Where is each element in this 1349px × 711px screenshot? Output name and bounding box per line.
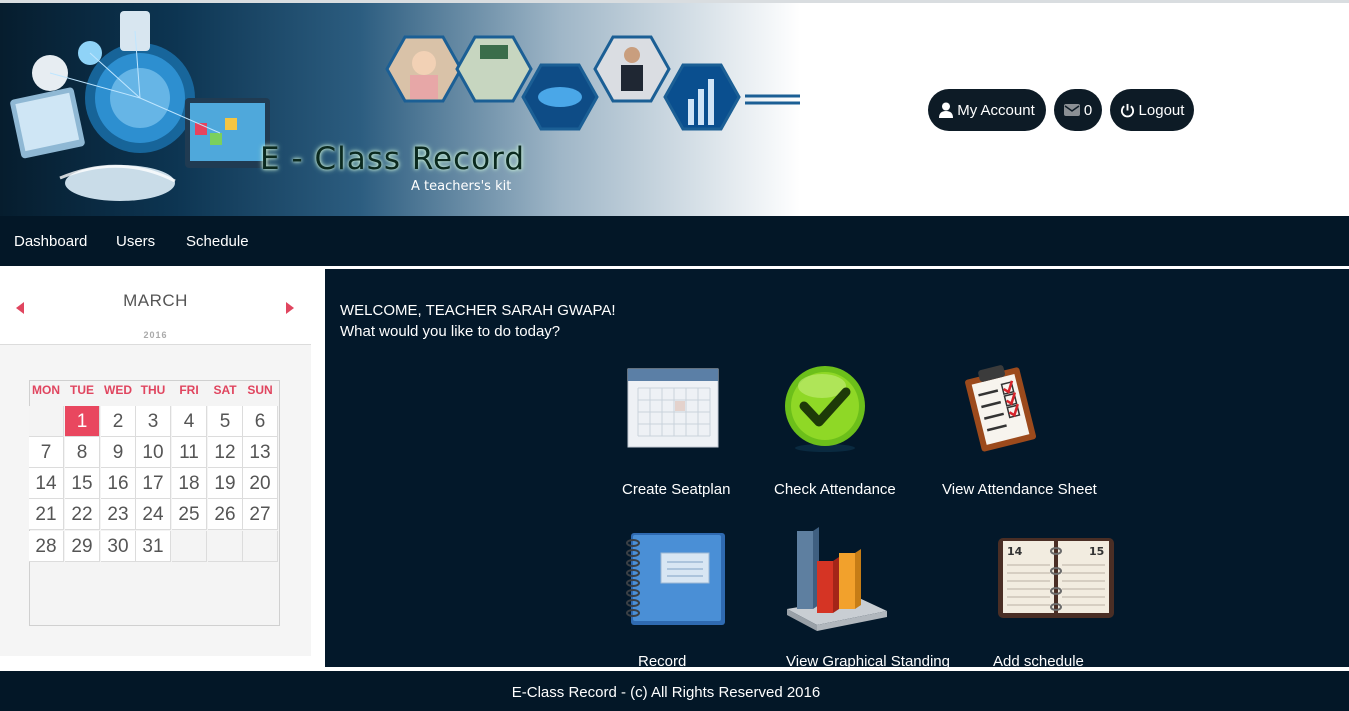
calendar-day[interactable]: 15 [65,468,100,499]
site-tagline: A teachers's kit [411,179,512,194]
footer-copyright: E-Class Record - (c) All Rights Reserved… [511,684,821,701]
calendar-day[interactable]: 28 [29,531,64,562]
weekday-header: WED [104,383,132,397]
calendar-day[interactable]: 24 [136,499,171,530]
calendar-day[interactable]: 16 [101,468,136,499]
nav-item-dashboard[interactable]: Dashboard [14,233,87,250]
calendar-day[interactable]: 23 [101,499,136,530]
calendar-day-today[interactable]: 1 [65,406,100,437]
calendar-day[interactable]: 25 [172,499,207,530]
calendar-day[interactable]: 9 [101,437,136,468]
view-attendance-sheet-link[interactable]: View Attendance Sheet [942,481,1097,498]
weekday-header: FRI [179,383,199,397]
calendar-day[interactable]: 5 [208,406,243,437]
calendar-day[interactable]: 26 [208,499,243,530]
calendar-day[interactable]: 6 [243,406,278,437]
envelope-icon [1063,104,1080,116]
calendar-empty-cell [29,406,64,437]
svg-text:15: 15 [1089,545,1104,558]
app-root: E - Class Record A teachers's kit My Acc… [0,0,1349,711]
check-attendance-link[interactable]: Check Attendance [774,481,896,498]
planner-book-icon[interactable]: 14 15 [997,537,1115,619]
my-account-label: My Account [957,101,1035,119]
calendar-day[interactable]: 17 [136,468,171,499]
calendar-day[interactable]: 12 [208,437,243,468]
calendar-day[interactable]: 11 [172,437,207,468]
site-title: E - Class Record [260,141,525,177]
record-link[interactable]: Record [638,653,686,670]
weekday-header: SAT [213,383,237,397]
calendar-day[interactable]: 21 [29,499,64,530]
calendar-day[interactable]: 14 [29,468,64,499]
technology-collage-image [10,11,270,201]
weekday-header: MON [32,383,60,397]
calendar-day[interactable]: 30 [101,531,136,562]
welcome-message: WELCOME, TEACHER SARAH GWAPA! [340,302,616,319]
weekday-header: SUN [247,383,273,397]
calendar-month: MARCH [123,291,188,310]
calendar-day[interactable]: 20 [243,468,278,499]
seatplan-calendar-icon[interactable] [625,366,721,450]
prompt-question: What would you like to do today? [340,323,561,340]
power-icon [1120,103,1134,117]
calendar-day[interactable]: 19 [208,468,243,499]
create-seatplan-link[interactable]: Create Seatplan [622,481,730,498]
calendar-day[interactable]: 7 [29,437,64,468]
notebook-icon[interactable] [625,531,729,627]
calendar-day[interactable]: 13 [243,437,278,468]
footer: E-Class Record - (c) All Rights Reserved… [0,671,1349,711]
calendar-day[interactable]: 4 [172,406,207,437]
calendar-day[interactable]: 18 [172,468,207,499]
my-account-button[interactable]: My Account [928,89,1046,131]
calendar-day[interactable]: 22 [65,499,100,530]
bar-chart-icon[interactable] [785,525,889,631]
next-month-arrow-icon[interactable] [286,302,294,314]
calendar-day[interactable]: 3 [136,406,171,437]
hexagon-photo-strip [385,35,800,131]
dashboard-panel: WELCOME, TEACHER SARAH GWAPA! What would… [325,269,1349,670]
calendar-empty-cell [243,531,278,562]
clipboard-checklist-icon[interactable] [957,362,1047,452]
view-graphical-standing-link[interactable]: View Graphical Standing [786,653,950,670]
calendar-empty-cell [208,531,243,562]
nav-item-schedule[interactable]: Schedule [186,233,249,250]
header: E - Class Record A teachers's kit My Acc… [0,0,1349,216]
nav-item-users[interactable]: Users [116,233,155,250]
calendar-day[interactable]: 8 [65,437,100,468]
calendar-day[interactable]: 31 [136,531,171,562]
calendar-widget: MARCH 2016 MON TUE WED THU FRI SAT SUN 1234567… [0,288,311,656]
message-count: 0 [1083,101,1093,119]
calendar-empty-cell [172,531,207,562]
svg-text:14: 14 [1007,545,1023,558]
banner: E - Class Record A teachers's kit [0,3,800,216]
calendar-day[interactable]: 27 [243,499,278,530]
main-nav: Dashboard Users Schedule [0,216,1349,266]
calendar-year: 2016 [143,330,168,340]
messages-button[interactable]: 0 [1054,89,1102,131]
logout-button[interactable]: Logout [1110,89,1194,131]
calendar-day[interactable]: 2 [101,406,136,437]
checkmark-icon[interactable] [780,362,870,454]
calendar-header: MARCH 2016 [0,288,311,345]
logout-label: Logout [1138,101,1185,119]
calendar-day[interactable]: 29 [65,531,100,562]
user-icon [939,102,954,118]
add-schedule-link[interactable]: Add schedule [993,653,1084,670]
weekday-header: THU [140,383,166,397]
weekday-header: TUE [70,383,94,397]
calendar-day[interactable]: 10 [136,437,171,468]
